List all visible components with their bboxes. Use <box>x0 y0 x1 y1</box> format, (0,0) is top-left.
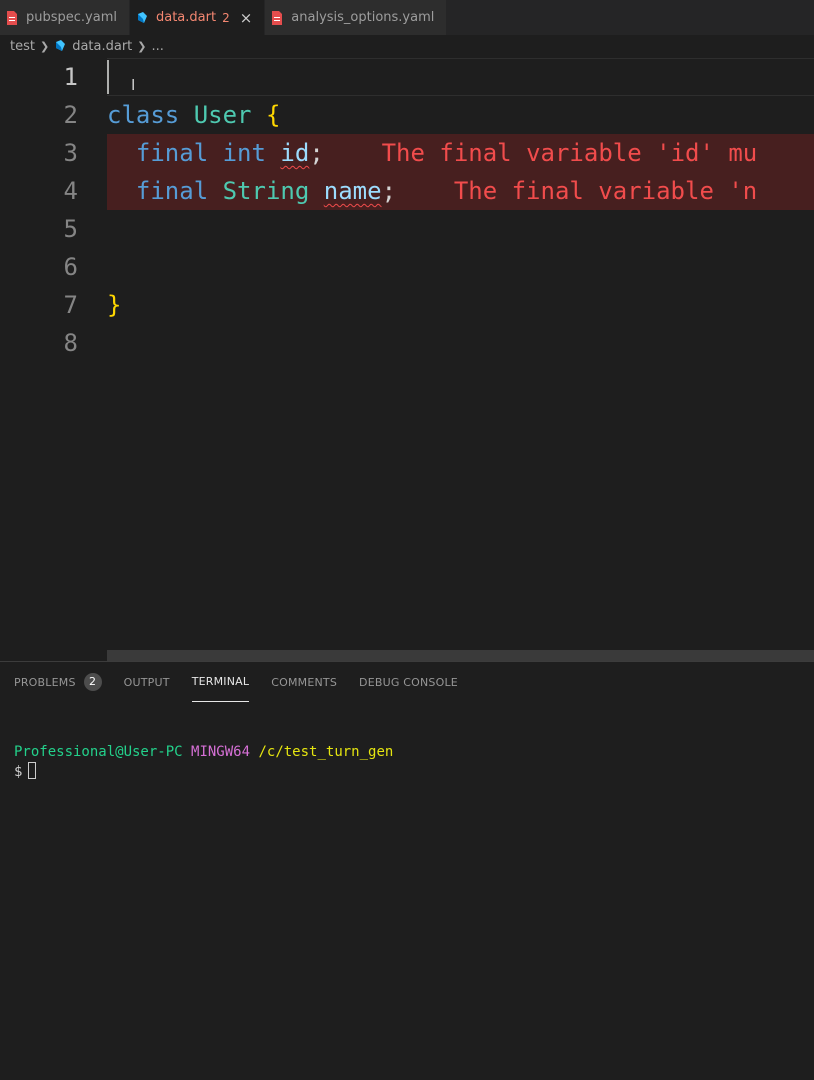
code-line-2[interactable]: 2 class User { <box>0 96 814 134</box>
code-line-3[interactable]: 3 final int id; The final variable 'id' … <box>0 134 814 172</box>
breadcrumb-file[interactable]: data.dart <box>72 39 132 54</box>
tab-debug-console[interactable]: DEBUG CONSOLE <box>359 662 458 702</box>
tab-terminal[interactable]: TERMINAL <box>191 662 250 702</box>
code-line-4[interactable]: 4 final String name; The final variable … <box>0 172 814 210</box>
dart-file-icon <box>137 11 147 23</box>
code-text: class User { <box>107 96 280 134</box>
brace: } <box>107 291 122 319</box>
code-line-7[interactable]: 7 } <box>0 286 814 324</box>
code-line-1[interactable]: 1 I <box>0 58 814 96</box>
bottom-panel: PROBLEMS 2 OUTPUT TERMINAL COMMENTS DEBUG… <box>0 661 814 1080</box>
variable-name: name <box>323 177 382 205</box>
line-number: 7 <box>63 291 78 319</box>
code-text: final int id; The final variable 'id' mu <box>107 134 757 172</box>
semicolon: ; <box>381 177 397 205</box>
breadcrumb: test ❯ data.dart ❯ ... <box>0 35 814 57</box>
line-number: 2 <box>63 101 78 129</box>
line-number: 5 <box>63 215 78 243</box>
line-number: 8 <box>63 329 78 357</box>
variable-name: id <box>280 139 310 167</box>
terminal-env: MINGW64 <box>191 744 251 760</box>
current-line-highlight <box>107 58 814 96</box>
tab-data-dart[interactable]: data.dart 2 × <box>129 0 266 35</box>
tab-label: analysis_options.yaml <box>291 10 435 25</box>
semicolon: ; <box>309 139 324 167</box>
keyword: class <box>107 101 180 129</box>
line-number: 3 <box>63 139 78 167</box>
dart-file-icon <box>56 40 66 51</box>
tab-label: data.dart <box>155 10 217 25</box>
tab-output[interactable]: OUTPUT <box>124 662 170 702</box>
code-editor[interactable]: 1 I 2 class User { 3 final int id; The f… <box>0 57 814 649</box>
chevron-right-icon: ❯ <box>137 39 147 53</box>
tab-comments[interactable]: COMMENTS <box>271 662 337 702</box>
code-line-6[interactable]: 6 <box>0 248 814 286</box>
keyword: final <box>135 177 209 205</box>
close-icon[interactable]: × <box>240 9 253 27</box>
keyword: final <box>135 139 209 167</box>
terminal-path: /c/test_turn_gen <box>258 744 394 760</box>
terminal-prompt: $ <box>14 764 23 780</box>
line-number: 6 <box>63 253 78 281</box>
code-line-5[interactable]: 5 <box>0 210 814 248</box>
panel-tab-bar: PROBLEMS 2 OUTPUT TERMINAL COMMENTS DEBUG… <box>0 662 814 702</box>
code-line-8[interactable]: 8 <box>0 324 814 362</box>
tab-label: TERMINAL <box>191 675 250 688</box>
tab-label: PROBLEMS <box>14 675 76 689</box>
line-number: 1 <box>63 63 78 91</box>
brace: { <box>265 101 281 129</box>
editor-tab-bar: pubspec.yaml data.dart 2 × analysis_opti… <box>0 0 814 35</box>
inline-error-message: The final variable 'n <box>453 177 758 205</box>
tab-label: OUTPUT <box>123 675 170 689</box>
line-number: 4 <box>63 177 78 205</box>
problem-count-badge: 2 <box>222 10 230 25</box>
problems-count-badge: 2 <box>83 673 102 691</box>
horizontal-scrollbar[interactable] <box>107 650 814 661</box>
tab-label: pubspec.yaml <box>26 10 117 25</box>
tab-label: DEBUG CONSOLE <box>359 675 458 689</box>
breadcrumb-more[interactable]: ... <box>151 39 163 54</box>
tab-problems[interactable]: PROBLEMS 2 <box>14 662 102 702</box>
yaml-file-icon <box>7 10 17 25</box>
terminal-user-host: Professional@User-PC <box>14 744 183 760</box>
chevron-right-icon: ❯ <box>39 39 50 53</box>
type-name: String <box>222 177 310 205</box>
class-name: User <box>193 101 252 129</box>
terminal-output[interactable]: Professional@User-PC MINGW64 /c/test_tur… <box>14 742 393 782</box>
yaml-file-icon <box>272 10 283 25</box>
inline-error-message: The final variable 'id' mu <box>381 139 758 167</box>
tab-label: COMMENTS <box>271 675 338 689</box>
code-text: } <box>107 286 121 324</box>
breadcrumb-folder[interactable]: test <box>10 39 35 54</box>
code-text: final String name; The final variable 'n <box>107 172 757 210</box>
tab-analysis-options-yaml[interactable]: analysis_options.yaml <box>265 0 448 35</box>
text-caret <box>107 60 109 94</box>
type-keyword: int <box>222 139 266 167</box>
tab-pubspec-yaml[interactable]: pubspec.yaml <box>0 0 130 35</box>
ibeam-cursor-icon: I <box>131 76 136 94</box>
terminal-cursor <box>28 762 37 779</box>
